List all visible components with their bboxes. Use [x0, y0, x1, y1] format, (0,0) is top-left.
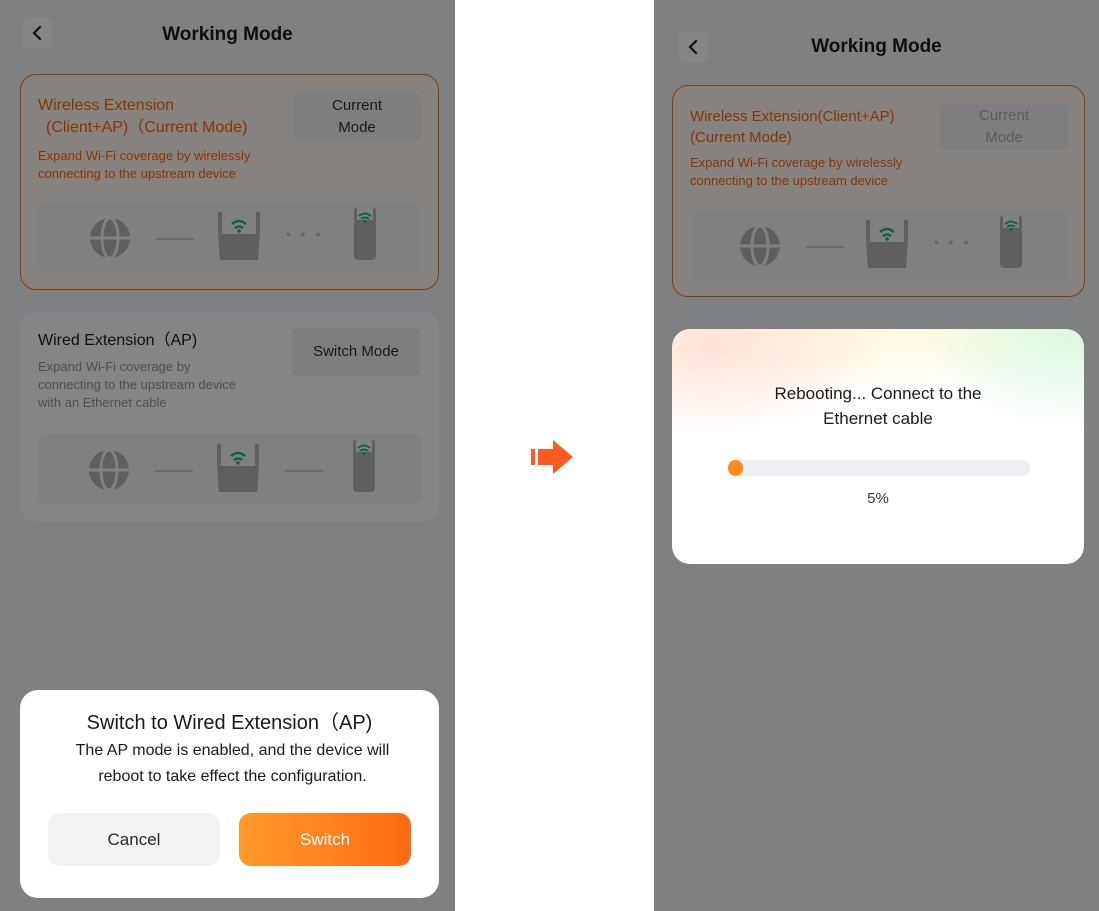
reboot-message-line1: Rebooting... Connect to the [774, 384, 982, 403]
dialog-message-line2: reboot to take effect the configuration. [98, 768, 367, 785]
arrow-right-icon [531, 440, 573, 474]
reboot-message: Rebooting... Connect to the Ethernet cab… [712, 381, 1044, 431]
switch-button[interactable]: Switch [239, 813, 411, 866]
reboot-progress-bar [728, 460, 1030, 476]
reboot-progress-percent: 5% [867, 490, 889, 507]
dialog-title: Switch to Wired Extension（AP) [86, 712, 373, 734]
left-screen: Working Mode Wireless Extension (Client+… [0, 0, 455, 911]
dialog-message-line1: The AP mode is enabled, and the device w… [75, 742, 390, 759]
dialog-message: The AP mode is enabled, and the device w… [50, 738, 415, 790]
reboot-progress-fill [728, 460, 744, 476]
dialog-gradient-glow [672, 329, 1084, 564]
switch-mode-dialog: Switch to Wired Extension（AP) The AP mod… [20, 690, 439, 898]
reboot-progress-dialog: Rebooting... Connect to the Ethernet cab… [672, 329, 1084, 564]
right-screen: Working Mode Wireless Extension(Client+A… [654, 0, 1099, 911]
reboot-message-line2: Ethernet cable [823, 409, 933, 428]
cancel-button[interactable]: Cancel [48, 813, 220, 866]
